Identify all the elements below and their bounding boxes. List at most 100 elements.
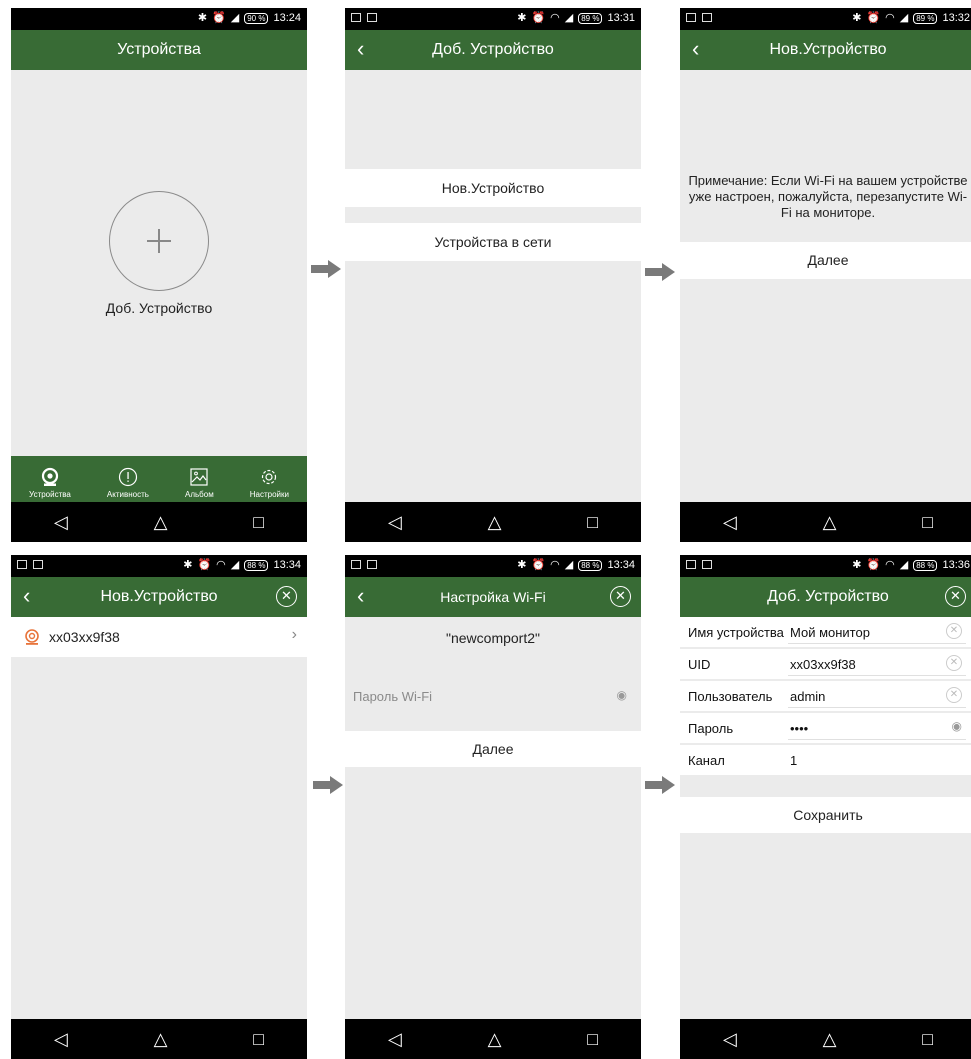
nav-home-icon[interactable]: △ (823, 1029, 837, 1050)
eye-icon[interactable]: ◉ (952, 719, 962, 733)
wifi-password-field[interactable]: Пароль Wi-Fi ◉ (345, 680, 641, 715)
bottom-tab-bar: Устройства Активность Альбом Настройки (11, 456, 307, 502)
camera-icon (40, 464, 60, 490)
app-bar: ‹ Нов.Устройство ✕ (11, 577, 307, 617)
uid-field[interactable]: UID xx03xx9f38 ✕ (680, 649, 971, 679)
screen-new-device-note: ✱ ⏰ ◠ ◢ 89 % 13:32 ‹ Нов.Устройство Прим… (680, 8, 971, 542)
username-field[interactable]: Пользователь admin ✕ (680, 681, 971, 711)
alarm-icon: ⏰ (212, 12, 226, 24)
nav-back-icon[interactable]: ◁ (388, 1029, 402, 1050)
battery-indicator: 90 % (244, 12, 269, 24)
back-chevron-icon[interactable]: ‹ (357, 585, 379, 609)
close-icon[interactable]: ✕ (945, 586, 966, 607)
camera-icon (23, 628, 41, 651)
wifi-icon: ◠ (550, 559, 560, 571)
nav-recents-icon[interactable]: □ (587, 512, 598, 533)
notification-icons (686, 13, 712, 22)
tab-album[interactable]: Альбом (185, 464, 214, 499)
nav-home-icon[interactable]: △ (154, 1029, 168, 1050)
bluetooth-icon: ✱ (517, 12, 527, 24)
tab-settings[interactable]: Настройки (250, 464, 289, 499)
next-button[interactable]: Далее (680, 242, 971, 279)
status-bar: ✱ ⏰ ◠ ◢ 89 % 13:32 (680, 8, 971, 30)
clock: 13:34 (607, 559, 635, 571)
back-chevron-icon[interactable]: ‹ (692, 38, 714, 62)
nav-recents-icon[interactable]: □ (253, 1029, 264, 1050)
alarm-icon: ⏰ (866, 12, 881, 24)
password-field[interactable]: Пароль •••• ◉ (680, 713, 971, 743)
wifi-icon: ◠ (885, 12, 895, 24)
clear-icon[interactable]: ✕ (946, 655, 962, 671)
close-icon[interactable]: ✕ (610, 586, 631, 607)
eye-icon[interactable]: ◉ (617, 688, 627, 702)
bluetooth-icon: ✱ (197, 12, 208, 24)
status-bar: ✱ ⏰ ◢ 90 % 13:24 (11, 8, 307, 30)
signal-icon: ◢ (899, 12, 909, 24)
nav-recents-icon[interactable]: □ (253, 512, 264, 533)
signal-icon: ◢ (564, 12, 574, 24)
clear-icon[interactable]: ✕ (946, 687, 962, 703)
flow-arrow-icon (313, 776, 343, 794)
save-button[interactable]: Сохранить (680, 797, 971, 833)
back-chevron-icon[interactable]: ‹ (23, 585, 45, 609)
app-bar: ‹ Настройка Wi-Fi ✕ (345, 577, 641, 617)
nav-recents-icon[interactable]: □ (922, 1029, 933, 1050)
add-device-button[interactable] (109, 191, 209, 291)
screen-devices: ✱ ⏰ ◢ 90 % 13:24 Устройства Доб. Устройс… (11, 8, 307, 542)
signal-icon: ◢ (230, 12, 240, 24)
wifi-icon: ◠ (216, 559, 226, 571)
screen-add-device: ✱ ⏰ ◠ ◢ 89 % 13:31 ‹ Доб. Устройство Нов… (345, 8, 641, 542)
alarm-icon: ⏰ (197, 559, 212, 571)
battery-indicator: 88 % (913, 559, 938, 571)
status-bar: ✱ ⏰ ◠ ◢ 89 % 13:31 (345, 8, 641, 30)
flow-arrow-icon (311, 260, 341, 278)
clock: 13:31 (607, 12, 635, 24)
bluetooth-icon: ✱ (852, 559, 862, 571)
notification-icons (686, 560, 712, 569)
nav-home-icon[interactable]: △ (154, 512, 168, 533)
clock: 13:24 (273, 12, 301, 24)
screen-new-device-list: ✱ ⏰ ◠ ◢ 88 % 13:34 ‹ Нов.Устройство ✕ xx… (11, 555, 307, 1059)
screen-device-form: ✱ ⏰ ◠ ◢ 88 % 13:36 Доб. Устройство ✕ Имя… (680, 555, 971, 1059)
clock: 13:34 (273, 559, 301, 571)
back-chevron-icon[interactable]: ‹ (357, 38, 379, 62)
nav-home-icon[interactable]: △ (488, 512, 502, 533)
tab-devices[interactable]: Устройства (29, 464, 71, 499)
device-name-field[interactable]: Имя устройства Мой монитор ✕ (680, 617, 971, 647)
note-text: Примечание: Если Wi-Fi на вашем устройст… (688, 173, 968, 220)
nav-home-icon[interactable]: △ (488, 1029, 502, 1050)
nav-back-icon[interactable]: ◁ (723, 1029, 737, 1050)
battery-indicator: 88 % (578, 559, 603, 571)
clear-icon[interactable]: ✕ (946, 623, 962, 639)
nav-back-icon[interactable]: ◁ (723, 512, 737, 533)
system-nav-bar: ◁ △ □ (11, 502, 307, 542)
system-nav-bar: ◁ △ □ (680, 1019, 971, 1059)
tab-activity[interactable]: Активность (107, 464, 149, 499)
nav-back-icon[interactable]: ◁ (388, 512, 402, 533)
nav-recents-icon[interactable]: □ (922, 512, 933, 533)
battery-indicator: 89 % (913, 12, 938, 24)
close-icon[interactable]: ✕ (276, 586, 297, 607)
option-new-device[interactable]: Нов.Устройство (345, 169, 641, 207)
bluetooth-icon: ✱ (183, 559, 193, 571)
notification-icons (351, 560, 377, 569)
page-title: Нов.Устройство (769, 41, 887, 58)
system-nav-bar: ◁ △ □ (11, 1019, 307, 1059)
next-button[interactable]: Далее (345, 731, 641, 767)
nav-home-icon[interactable]: △ (823, 512, 837, 533)
alert-circle-icon (118, 464, 138, 490)
bluetooth-icon: ✱ (517, 559, 527, 571)
wifi-ssid: "newcomport2" (446, 630, 540, 646)
nav-back-icon[interactable]: ◁ (54, 1029, 68, 1050)
app-bar: ‹ Доб. Устройство (345, 30, 641, 70)
channel-field[interactable]: Канал 1 (680, 745, 971, 775)
status-bar: ✱ ⏰ ◠ ◢ 88 % 13:34 (345, 555, 641, 577)
wifi-icon: ◠ (550, 12, 560, 24)
gear-icon (259, 464, 279, 490)
notification-icons (351, 13, 377, 22)
nav-back-icon[interactable]: ◁ (54, 512, 68, 533)
device-uid: xx03xx9f38 (49, 629, 120, 645)
nav-recents-icon[interactable]: □ (587, 1029, 598, 1050)
option-network-devices[interactable]: Устройства в сети (345, 223, 641, 261)
device-list-item[interactable]: xx03xx9f38 › (11, 617, 307, 657)
